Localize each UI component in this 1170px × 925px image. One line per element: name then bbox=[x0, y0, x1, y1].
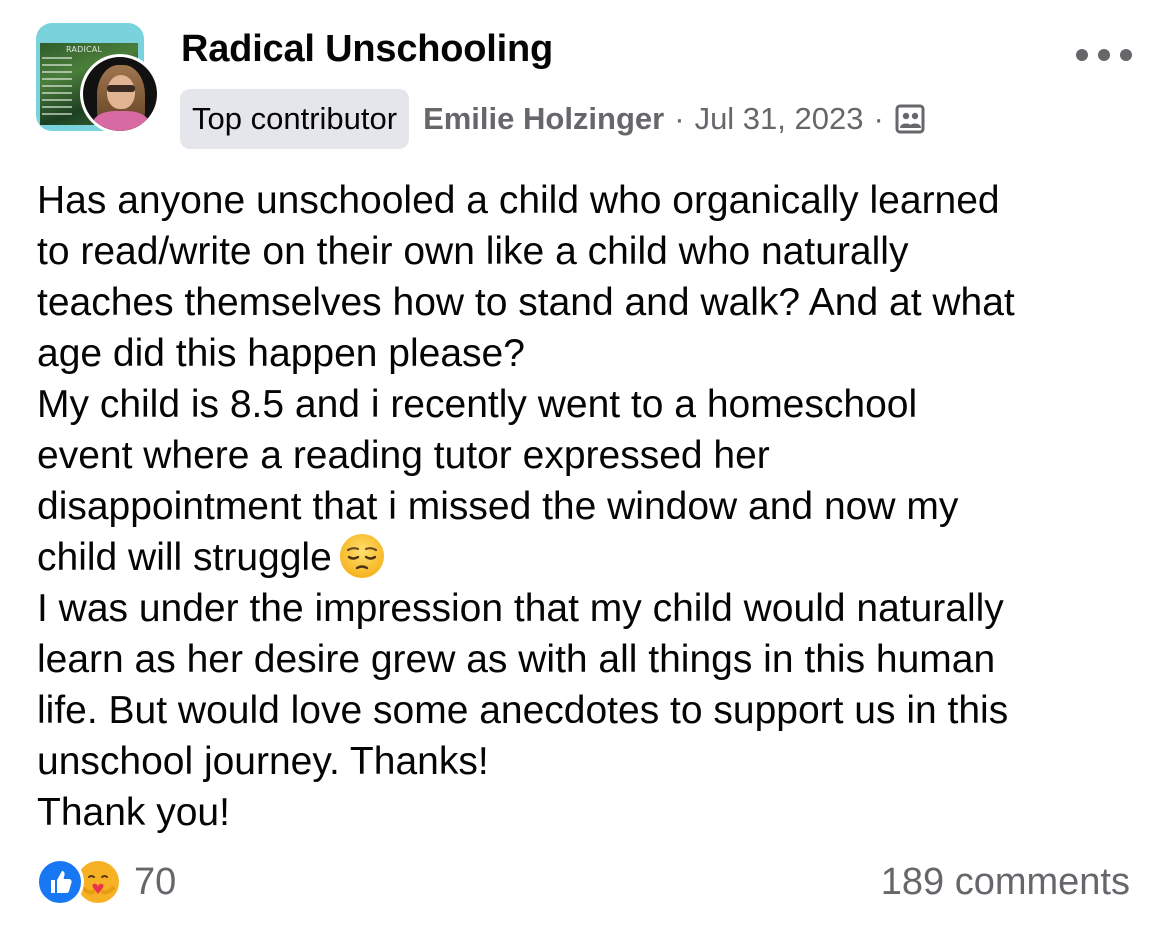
post-body-line: I was under the impression that my child… bbox=[37, 587, 1004, 630]
post-body-line: My child is 8.5 and i recently went to a… bbox=[37, 383, 918, 426]
meta-separator: · bbox=[873, 101, 884, 136]
author-photo bbox=[83, 57, 157, 131]
group-name[interactable]: Radical Unschooling bbox=[181, 28, 553, 71]
author-avatar[interactable] bbox=[80, 54, 160, 134]
pensive-face-emoji bbox=[339, 534, 384, 578]
post-body-line: event where a reading tutor expressed he… bbox=[37, 434, 770, 477]
post-meta: Top contributor Emilie Holzinger · Jul 3… bbox=[180, 89, 926, 149]
post-body-line: unschool journey. Thanks! bbox=[37, 740, 489, 783]
group-post: RADICAL Radical Unschooling Top contribu… bbox=[0, 0, 1170, 925]
post-body-line: child will struggle bbox=[37, 536, 332, 579]
post-body-line: learn as her desire grew as with all thi… bbox=[37, 638, 996, 681]
more-dot-icon bbox=[1120, 49, 1132, 61]
author-name[interactable]: Emilie Holzinger bbox=[423, 101, 664, 137]
post-body-line: disappointment that i missed the window … bbox=[37, 485, 959, 528]
reactions-summary[interactable]: 70 bbox=[36, 857, 176, 907]
post-body-line: age did this happen please? bbox=[37, 332, 525, 375]
post-body-line: teaches themselves how to stand and walk… bbox=[37, 281, 1015, 324]
top-contributor-badge[interactable]: Top contributor bbox=[180, 89, 410, 149]
more-dot-icon bbox=[1076, 49, 1088, 61]
post-body-line: to read/write on their own like a child … bbox=[37, 230, 909, 273]
more-dot-icon bbox=[1098, 49, 1110, 61]
post-body: Has anyone unschooled a child who organi… bbox=[37, 175, 1147, 838]
post-date[interactable]: Jul 31, 2023 bbox=[695, 101, 864, 137]
post-body-line-with-emoji: child will struggle bbox=[37, 532, 1147, 583]
post-body-line: Has anyone unschooled a child who organi… bbox=[37, 179, 1000, 222]
group-avatar-text: RADICAL bbox=[66, 45, 103, 54]
meta-separator: · bbox=[674, 101, 685, 136]
members-icon[interactable] bbox=[894, 103, 926, 135]
group-avatar-decoration bbox=[42, 57, 72, 117]
post-body-line: life. But would love some anecdotes to s… bbox=[37, 689, 1009, 732]
more-options-button[interactable] bbox=[1076, 40, 1132, 70]
comments-count-link[interactable]: 189 comments bbox=[881, 857, 1130, 907]
reaction-count: 70 bbox=[134, 860, 177, 903]
like-icon bbox=[36, 858, 84, 906]
post-body-line: Thank you! bbox=[37, 791, 230, 834]
